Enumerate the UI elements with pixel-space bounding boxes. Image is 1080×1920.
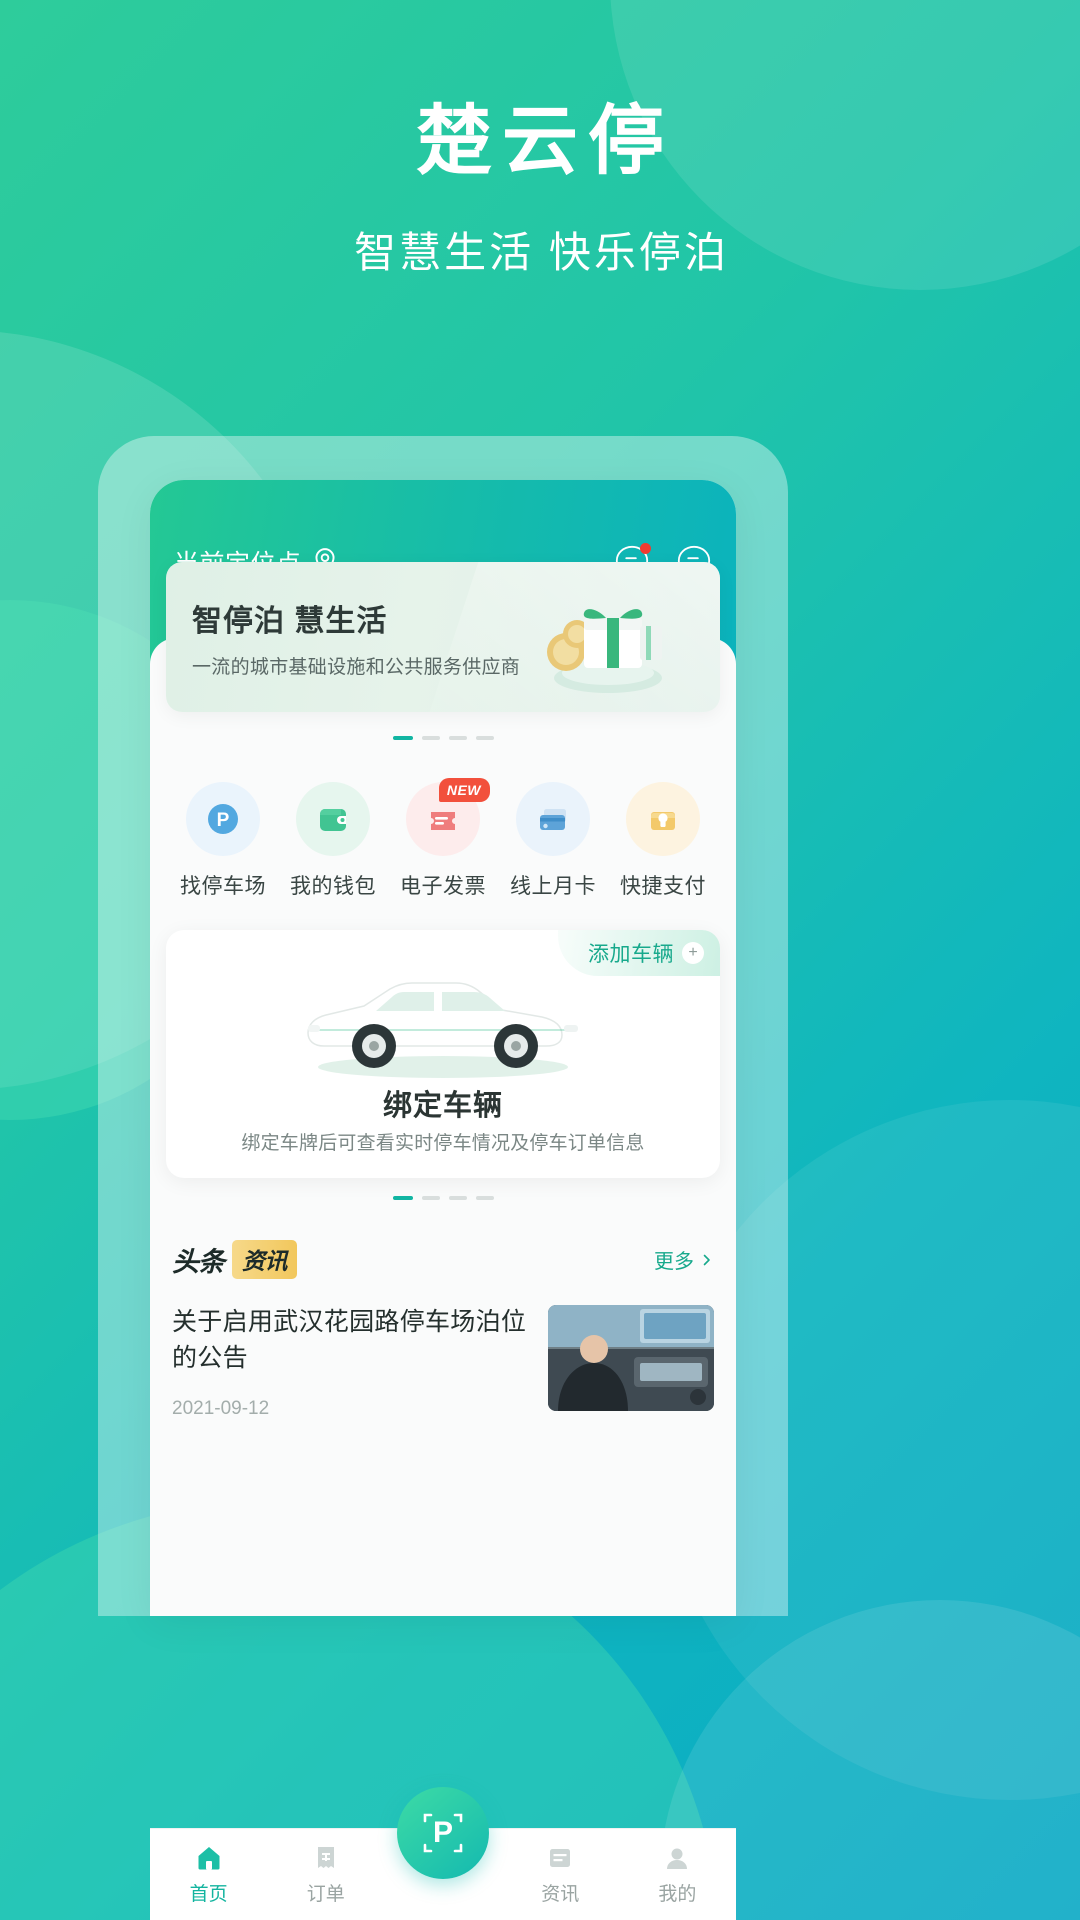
promo-banner-card[interactable]: 智停泊 慧生活 一流的城市基础设施和公共服务供应商 (166, 562, 720, 712)
svg-text:P: P (217, 810, 230, 831)
news-more-label: 更多 (654, 1251, 694, 1273)
wallet-icon (296, 782, 370, 856)
quick-action-wallet[interactable]: 我的钱包 (278, 782, 388, 900)
tab-label: 资讯 (541, 1884, 580, 1905)
app-title: 楚云停 (416, 99, 674, 184)
quick-action-quick-pay[interactable]: 快捷支付 (608, 782, 718, 900)
tab-label: 首页 (189, 1884, 228, 1905)
quick-action-label: 线上月卡 (510, 875, 596, 898)
notification-badge-dot (640, 543, 651, 554)
quick-action-label: 我的钱包 (290, 875, 376, 898)
quick-action-label: 快捷支付 (620, 875, 706, 898)
bind-vehicle-title: 绑定车辆 (382, 1090, 503, 1122)
news-header: 头条 资讯 更多 (166, 1240, 720, 1279)
credit-card-icon (516, 782, 590, 856)
tab-profile[interactable]: 我的 (619, 1829, 736, 1920)
carousel-dot[interactable] (475, 736, 494, 740)
banner-title: 智停泊 慧生活 (192, 605, 388, 638)
tab-news[interactable]: 资讯 (502, 1829, 619, 1920)
news-logo: 头条 (172, 1247, 225, 1277)
bind-vehicle-subtitle: 绑定车牌后可查看实时停车情况及停车订单信息 (241, 1133, 645, 1154)
quick-action-label: 找停车场 (180, 875, 266, 898)
home-icon (198, 1847, 220, 1870)
add-vehicle-label: 添加车辆 (588, 943, 674, 966)
bind-vehicle-card[interactable]: 添加车辆 + 绑定车辆 绑定车牌后可查看实时停车情况及停车订单信息 (166, 930, 720, 1178)
plus-icon: + (682, 942, 704, 964)
app-content: 智停泊 慧生活 一流的城市基础设施和公共服务供应商 P 找停车场 我的钱包 NE… (150, 562, 736, 1616)
vehicle-carousel-dots[interactable] (150, 1196, 736, 1200)
quick-pay-icon (626, 782, 700, 856)
news-item-date: 2021-09-12 (172, 1398, 270, 1419)
white-suv-illustration (288, 970, 598, 1085)
news-item-thumbnail (548, 1305, 714, 1411)
tab-home[interactable]: 首页 (150, 1829, 267, 1920)
parking-p-icon: P (186, 782, 260, 856)
quick-action-invoice[interactable]: NEW 电子发票 (388, 778, 498, 900)
carousel-dot[interactable] (448, 1196, 467, 1200)
app-tagline: 智慧生活 快乐停泊 (354, 229, 729, 277)
parking-fab-icon[interactable]: P (397, 1787, 489, 1879)
quick-actions-row: P 找停车场 我的钱包 NEW 电子发票 线上月卡 快捷支付 (150, 778, 736, 900)
svg-text:P: P (433, 1816, 453, 1849)
banner-subtitle: 一流的城市基础设施和公共服务供应商 (192, 657, 521, 678)
quick-action-label: 电子发票 (400, 875, 486, 898)
carousel-dot[interactable] (392, 1196, 413, 1200)
news-list-item[interactable]: 关于启用武汉花园路停车场泊位的公告 2021-09-12 (166, 1305, 720, 1420)
carousel-dot[interactable] (475, 1196, 494, 1200)
phone-screen: 当前定位点 (150, 480, 736, 1616)
carousel-dot[interactable] (421, 1196, 440, 1200)
banner-carousel-dots[interactable] (150, 736, 736, 740)
news-section: 头条 资讯 更多 关于启用武汉花园路停车场泊位的公告 2021-09-12 (166, 1240, 720, 1420)
carousel-dot[interactable] (448, 736, 467, 740)
chevron-right-icon (703, 1254, 710, 1265)
tab-label: 订单 (306, 1884, 345, 1905)
bottom-tab-bar: 首页 订单 P 资讯 我的 (150, 1787, 736, 1920)
receipt-icon (317, 1847, 334, 1868)
news-more-button[interactable]: 更多 (654, 1245, 714, 1274)
quick-action-monthly-card[interactable]: 线上月卡 (498, 782, 608, 900)
quick-action-find-parking[interactable]: P 找停车场 (168, 782, 278, 900)
news-tag: 资讯 (232, 1240, 297, 1279)
tab-orders[interactable]: 订单 (267, 1829, 384, 1920)
gift-box-illustration (522, 574, 672, 709)
hero-section: 楚云停 智慧生活 快乐停泊 (0, 0, 1080, 280)
carousel-dot[interactable] (421, 736, 440, 740)
tab-parking-action[interactable]: P (384, 1787, 501, 1920)
person-icon (667, 1848, 688, 1869)
news-item-title: 关于启用武汉花园路停车场泊位的公告 (172, 1308, 527, 1372)
news-icon (550, 1849, 571, 1867)
new-badge: NEW (438, 778, 490, 802)
invoice-ticket-icon: NEW (406, 778, 490, 856)
carousel-dot[interactable] (392, 736, 413, 740)
tab-label: 我的 (658, 1884, 697, 1905)
